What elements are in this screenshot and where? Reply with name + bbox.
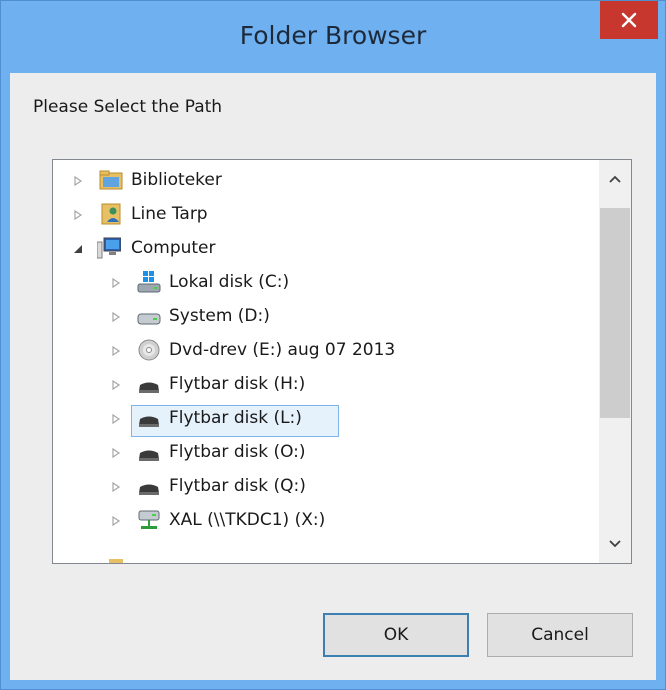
tree-item-label: Biblioteker xyxy=(131,170,222,190)
tree-item-label: Flytbar disk (H:) xyxy=(169,374,306,394)
chevron-down-icon xyxy=(609,540,621,548)
scroll-thumb[interactable] xyxy=(600,208,630,418)
tree-item-flytbar-disk-l[interactable]: Flytbar disk (L:) xyxy=(53,402,599,436)
network-drive-icon xyxy=(138,510,160,529)
tree-item-xal-x[interactable]: XAL (\\TKDC1) (X:) xyxy=(53,504,599,538)
ok-button[interactable]: OK xyxy=(323,613,469,657)
tree-item-label: System (D:) xyxy=(169,306,270,326)
folder-tree[interactable]: Biblioteker Line Tarp Computer Lokal dis… xyxy=(52,159,632,564)
prompt-label: Please Select the Path xyxy=(33,97,223,117)
tree-item-label: XAL (\\TKDC1) (X:) xyxy=(169,510,326,530)
expand-arrow-icon[interactable] xyxy=(73,176,83,186)
title-bar[interactable]: Folder Browser xyxy=(1,1,665,73)
removable-drive-icon xyxy=(139,382,159,393)
computer-icon xyxy=(97,237,121,259)
scroll-down-button[interactable] xyxy=(599,527,631,561)
expand-arrow-icon[interactable] xyxy=(111,516,121,526)
tree-item-label: Dvd-drev (E:) aug 07 2013 xyxy=(169,340,396,360)
hard-drive-icon xyxy=(137,313,161,325)
expand-arrow-icon[interactable] xyxy=(111,278,121,288)
tree-scrollbar[interactable] xyxy=(599,160,631,563)
library-icon xyxy=(99,170,123,190)
scroll-up-button[interactable] xyxy=(599,162,631,196)
tree-item-system-d[interactable]: System (D:) xyxy=(53,300,599,334)
user-folder-icon xyxy=(101,203,121,225)
close-icon xyxy=(621,12,637,28)
collapse-arrow-icon[interactable] xyxy=(73,244,83,254)
folder-browser-window: Folder Browser Please Select the Path Bi… xyxy=(0,0,666,690)
expand-arrow-icon[interactable] xyxy=(111,414,121,424)
dvd-drive-icon xyxy=(138,339,160,361)
tree-item-flytbar-disk-h[interactable]: Flytbar disk (H:) xyxy=(53,368,599,402)
expand-arrow-icon[interactable] xyxy=(111,346,121,356)
removable-drive-icon xyxy=(139,416,159,427)
tree-item-label: Flytbar disk (Q:) xyxy=(169,476,306,496)
windows-drive-icon xyxy=(137,271,161,293)
tree-item-label: Flytbar disk (L:) xyxy=(169,408,302,428)
close-button[interactable] xyxy=(600,1,658,39)
removable-drive-icon xyxy=(139,484,159,495)
tree-item-label: Flytbar disk (O:) xyxy=(169,442,306,462)
expand-arrow-icon[interactable] xyxy=(111,312,121,322)
cancel-button[interactable]: Cancel xyxy=(487,613,633,657)
tree-item-flytbar-disk-q[interactable]: Flytbar disk (Q:) xyxy=(53,470,599,504)
tree-item-lokal-disk-c[interactable]: Lokal disk (C:) xyxy=(53,266,599,300)
tree-item-flytbar-disk-o[interactable]: Flytbar disk (O:) xyxy=(53,436,599,470)
partial-tree-item xyxy=(109,559,123,563)
expand-arrow-icon[interactable] xyxy=(111,448,121,458)
chevron-up-icon xyxy=(609,175,621,183)
tree-item-label: Lokal disk (C:) xyxy=(169,272,290,292)
expand-arrow-icon[interactable] xyxy=(111,380,121,390)
expand-arrow-icon[interactable] xyxy=(73,210,83,220)
tree-item-computer[interactable]: Computer xyxy=(53,232,599,266)
tree-item-dvd-drev-e[interactable]: Dvd-drev (E:) aug 07 2013 xyxy=(53,334,599,368)
window-title: Folder Browser xyxy=(239,21,427,50)
removable-drive-icon xyxy=(139,450,159,461)
expand-arrow-icon[interactable] xyxy=(111,482,121,492)
tree-item-line-tarp[interactable]: Line Tarp xyxy=(53,198,599,232)
tree-item-label: Computer xyxy=(131,238,216,258)
tree-item-biblioteker[interactable]: Biblioteker xyxy=(53,164,599,198)
tree-item-label: Line Tarp xyxy=(131,204,208,224)
